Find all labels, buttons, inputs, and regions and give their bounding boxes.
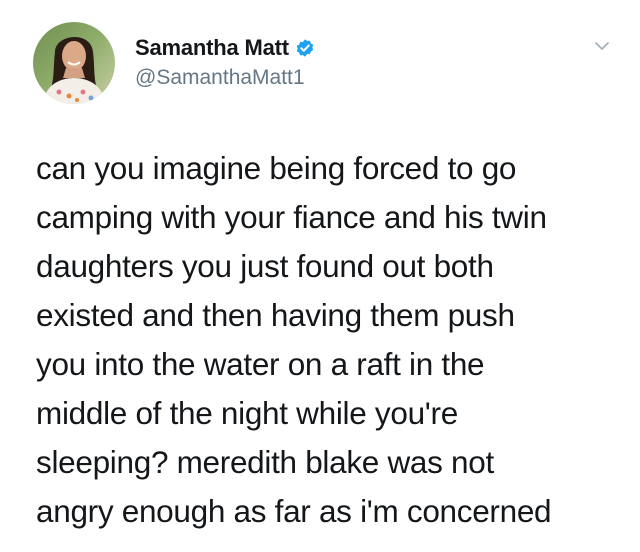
tweet-text-line: daughters you just found out both [36, 248, 494, 284]
tweet-text-line: you into the water on a raft in the [36, 346, 485, 382]
tweet-text-line: camping with your fiance and his twin [36, 199, 547, 235]
avatar[interactable] [33, 22, 115, 104]
author-name[interactable]: Samantha Matt [135, 35, 289, 61]
tweet-text-line: sleeping? meredith blake was not [36, 444, 494, 480]
tweet-card: Samantha Matt @SamanthaMatt1 can you ima… [0, 0, 640, 552]
tweet-text-line: existed and then having them push [36, 297, 515, 333]
author-name-row: Samantha Matt [135, 34, 315, 62]
chevron-down-icon[interactable] [590, 34, 614, 58]
author-block: Samantha Matt @SamanthaMatt1 [135, 34, 315, 90]
tweet-text-line: can you imagine being forced to go [36, 150, 517, 186]
tweet-text: can you imagine being forced to go campi… [36, 144, 631, 536]
author-handle[interactable]: @SamanthaMatt1 [135, 66, 315, 90]
profile-photo-icon [33, 22, 115, 104]
tweet-text-line: middle of the night while you're [36, 395, 458, 431]
verified-badge-icon [295, 38, 315, 58]
tweet-text-line: angry enough as far as i'm concerned [36, 493, 552, 529]
